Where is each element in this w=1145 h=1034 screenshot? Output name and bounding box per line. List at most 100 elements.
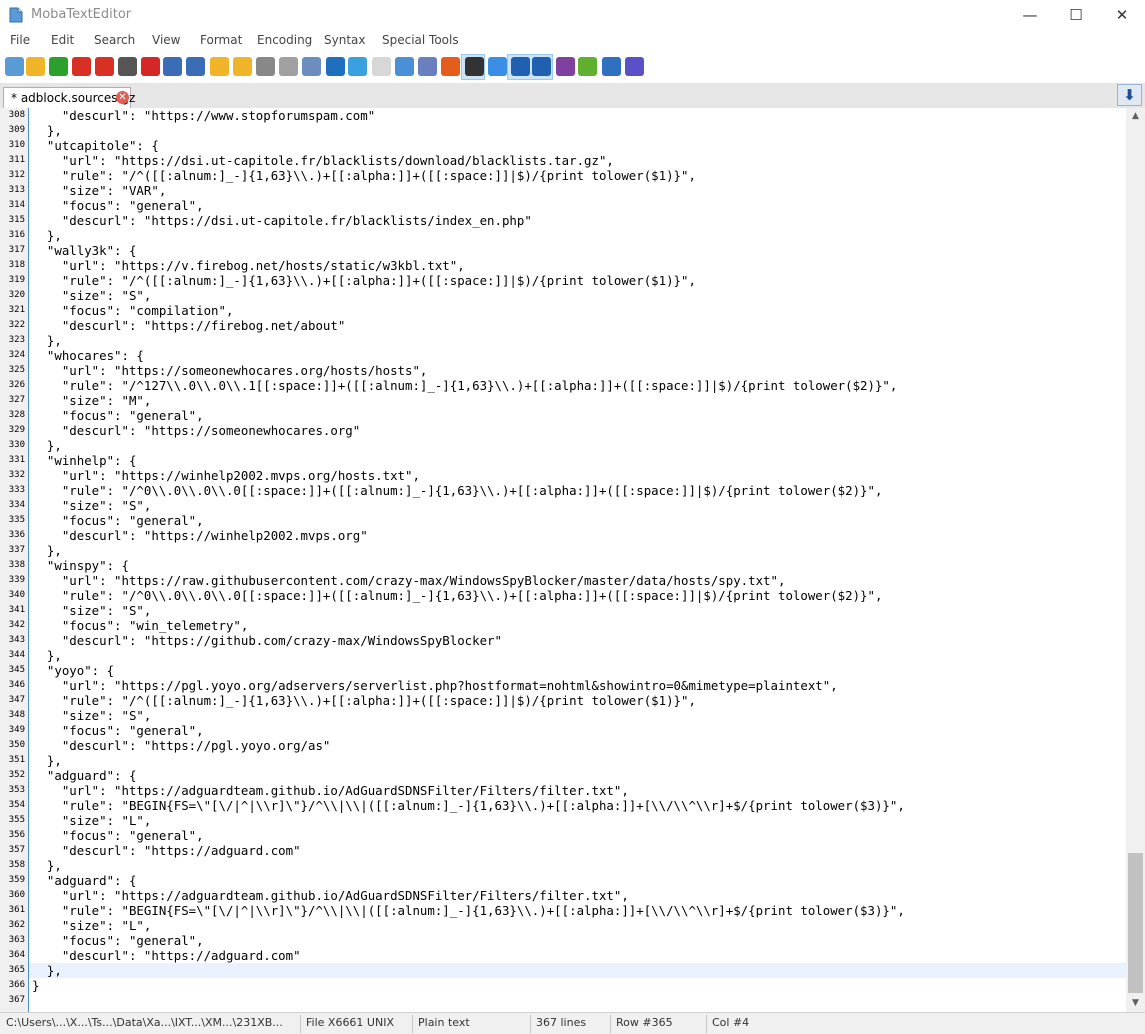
code-line[interactable]: "descurl": "https://firebog.net/about": [32, 318, 345, 333]
bookmark-next-icon[interactable]: [233, 57, 252, 76]
new-file-icon[interactable]: [5, 57, 24, 76]
code-line[interactable]: "rule": "/^0\\.0\\.0\\.0[[:space:]]+([[:…: [32, 588, 883, 603]
code-line[interactable]: "size": "VAR",: [32, 183, 166, 198]
code-line[interactable]: "url": "https://adguardteam.github.io/Ad…: [32, 888, 629, 903]
menu-view[interactable]: View: [152, 33, 180, 47]
code-line[interactable]: "size": "S",: [32, 603, 152, 618]
code-line[interactable]: "url": "https://adguardteam.github.io/Ad…: [32, 783, 629, 798]
code-line[interactable]: },: [32, 438, 62, 453]
tab-adblock-sources[interactable]: * adblock.sources.gz ✕: [3, 87, 135, 108]
vertical-scrollbar[interactable]: ▲ ▼: [1126, 108, 1145, 1012]
close-button[interactable]: ✕: [1099, 0, 1145, 30]
code-line[interactable]: "descurl": "https://pgl.yoyo.org/as": [32, 738, 331, 753]
save-icon[interactable]: [72, 57, 91, 76]
code-line[interactable]: "descurl": "https://adguard.com": [32, 843, 301, 858]
code-line[interactable]: "focus": "general",: [32, 408, 204, 423]
menu-encoding[interactable]: Encoding: [257, 33, 312, 47]
mac-eol-icon[interactable]: [488, 57, 507, 76]
scrollbar-thumb[interactable]: [1128, 853, 1143, 993]
code-line[interactable]: "url": "https://dsi.ut-capitole.fr/black…: [32, 153, 614, 168]
copy-icon[interactable]: [279, 57, 298, 76]
menu-special-tools[interactable]: Special Tools: [382, 33, 459, 47]
search-icon[interactable]: [326, 57, 345, 76]
code-line[interactable]: "utcapitole": {: [32, 138, 159, 153]
compare-icon[interactable]: [395, 57, 414, 76]
code-line[interactable]: },: [32, 228, 62, 243]
minimize-button[interactable]: —: [1007, 0, 1053, 30]
word-wrap-icon[interactable]: [511, 57, 530, 76]
code-line[interactable]: "descurl": "https://someonewhocares.org": [32, 423, 360, 438]
code-line[interactable]: },: [32, 963, 62, 978]
code-line[interactable]: "url": "https://pgl.yoyo.org/adservers/s…: [32, 678, 838, 693]
maximize-button[interactable]: ☐: [1053, 0, 1099, 30]
code-line[interactable]: },: [32, 753, 62, 768]
text-editor[interactable]: 308 "descurl": "https://www.stopforumspa…: [0, 108, 1126, 1012]
code-line[interactable]: "winhelp": {: [32, 453, 137, 468]
code-line[interactable]: "descurl": "https://www.stopforumspam.co…: [32, 108, 375, 123]
code-line[interactable]: "wally3k": {: [32, 243, 137, 258]
menu-search[interactable]: Search: [94, 33, 135, 47]
code-line[interactable]: "rule": "/^0\\.0\\.0\\.0[[:space:]]+([[:…: [32, 483, 883, 498]
bookmark-add-icon[interactable]: [210, 57, 229, 76]
close-file-icon[interactable]: [141, 57, 160, 76]
menu-format[interactable]: Format: [200, 33, 242, 47]
close-window-icon[interactable]: [625, 57, 644, 76]
indent-icon[interactable]: [186, 57, 205, 76]
code-line[interactable]: "whocares": {: [32, 348, 144, 363]
code-line[interactable]: "focus": "compilation",: [32, 303, 234, 318]
scroll-up-arrow-icon[interactable]: ▲: [1126, 108, 1145, 125]
code-line[interactable]: "rule": "BEGIN{FS=\"[\/|^|\\r]\"}/^\\|\\…: [32, 903, 905, 918]
code-line[interactable]: "size": "L",: [32, 918, 152, 933]
paste-icon[interactable]: [302, 57, 321, 76]
highlighter-icon[interactable]: [578, 57, 597, 76]
windows-eol-icon[interactable]: [441, 57, 460, 76]
code-line[interactable]: },: [32, 123, 62, 138]
linux-eol-icon[interactable]: [465, 57, 484, 76]
code-line[interactable]: "rule": "/^127\\.0\\.0\\.1[[:space:]]+([…: [32, 378, 898, 393]
settings-icon[interactable]: [602, 57, 621, 76]
code-line[interactable]: },: [32, 333, 62, 348]
code-line[interactable]: }: [32, 978, 39, 993]
code-line[interactable]: "size": "S",: [32, 498, 152, 513]
code-line[interactable]: "descurl": "https://github.com/crazy-max…: [32, 633, 502, 648]
code-line[interactable]: "url": "https://raw.githubusercontent.co…: [32, 573, 786, 588]
code-line[interactable]: },: [32, 543, 62, 558]
outdent-icon[interactable]: [163, 57, 182, 76]
code-line[interactable]: "url": "https://v.firebog.net/hosts/stat…: [32, 258, 465, 273]
code-line[interactable]: "rule": "BEGIN{FS=\"[\/|^|\\r]\"}/^\\|\\…: [32, 798, 905, 813]
code-line[interactable]: "descurl": "https://dsi.ut-capitole.fr/b…: [32, 213, 532, 228]
code-line[interactable]: "focus": "win_telemetry",: [32, 618, 249, 633]
code-line[interactable]: "descurl": "https://adguard.com": [32, 948, 301, 963]
line-marker-icon[interactable]: [532, 57, 551, 76]
code-line[interactable]: "rule": "/^([[:alnum:]_-]{1,63}\\.)+[[:a…: [32, 168, 696, 183]
cut-icon[interactable]: [256, 57, 275, 76]
code-line[interactable]: "focus": "general",: [32, 198, 204, 213]
scroll-to-end-icon[interactable]: ⬇: [1117, 84, 1142, 106]
paragraph-icon[interactable]: [556, 57, 575, 76]
reload-icon[interactable]: [49, 57, 68, 76]
code-line[interactable]: "size": "S",: [32, 708, 152, 723]
code-line[interactable]: "yoyo": {: [32, 663, 114, 678]
code-line[interactable]: "rule": "/^([[:alnum:]_-]{1,63}\\.)+[[:a…: [32, 693, 696, 708]
code-line[interactable]: "adguard": {: [32, 768, 137, 783]
open-folder-icon[interactable]: [26, 57, 45, 76]
code-line[interactable]: },: [32, 648, 62, 663]
code-line[interactable]: "size": "S",: [32, 288, 152, 303]
code-line[interactable]: "winspy": {: [32, 558, 129, 573]
save-all-icon[interactable]: [95, 57, 114, 76]
print-icon[interactable]: [118, 57, 137, 76]
menu-edit[interactable]: Edit: [51, 33, 74, 47]
tab-close-icon[interactable]: ✕: [116, 91, 129, 104]
menu-file[interactable]: File: [10, 33, 30, 47]
code-line[interactable]: "url": "https://winhelp2002.mvps.org/hos…: [32, 468, 420, 483]
code-line[interactable]: "descurl": "https://winhelp2002.mvps.org…: [32, 528, 368, 543]
menu-syntax[interactable]: Syntax: [324, 33, 365, 47]
replace-icon[interactable]: [348, 57, 367, 76]
code-line[interactable]: "focus": "general",: [32, 828, 204, 843]
code-line[interactable]: "url": "https://someonewhocares.org/host…: [32, 363, 428, 378]
code-line[interactable]: },: [32, 858, 62, 873]
code-line[interactable]: "rule": "/^([[:alnum:]_-]{1,63}\\.)+[[:a…: [32, 273, 696, 288]
code-line[interactable]: "focus": "general",: [32, 933, 204, 948]
code-line[interactable]: "focus": "general",: [32, 723, 204, 738]
split-view-icon[interactable]: [418, 57, 437, 76]
